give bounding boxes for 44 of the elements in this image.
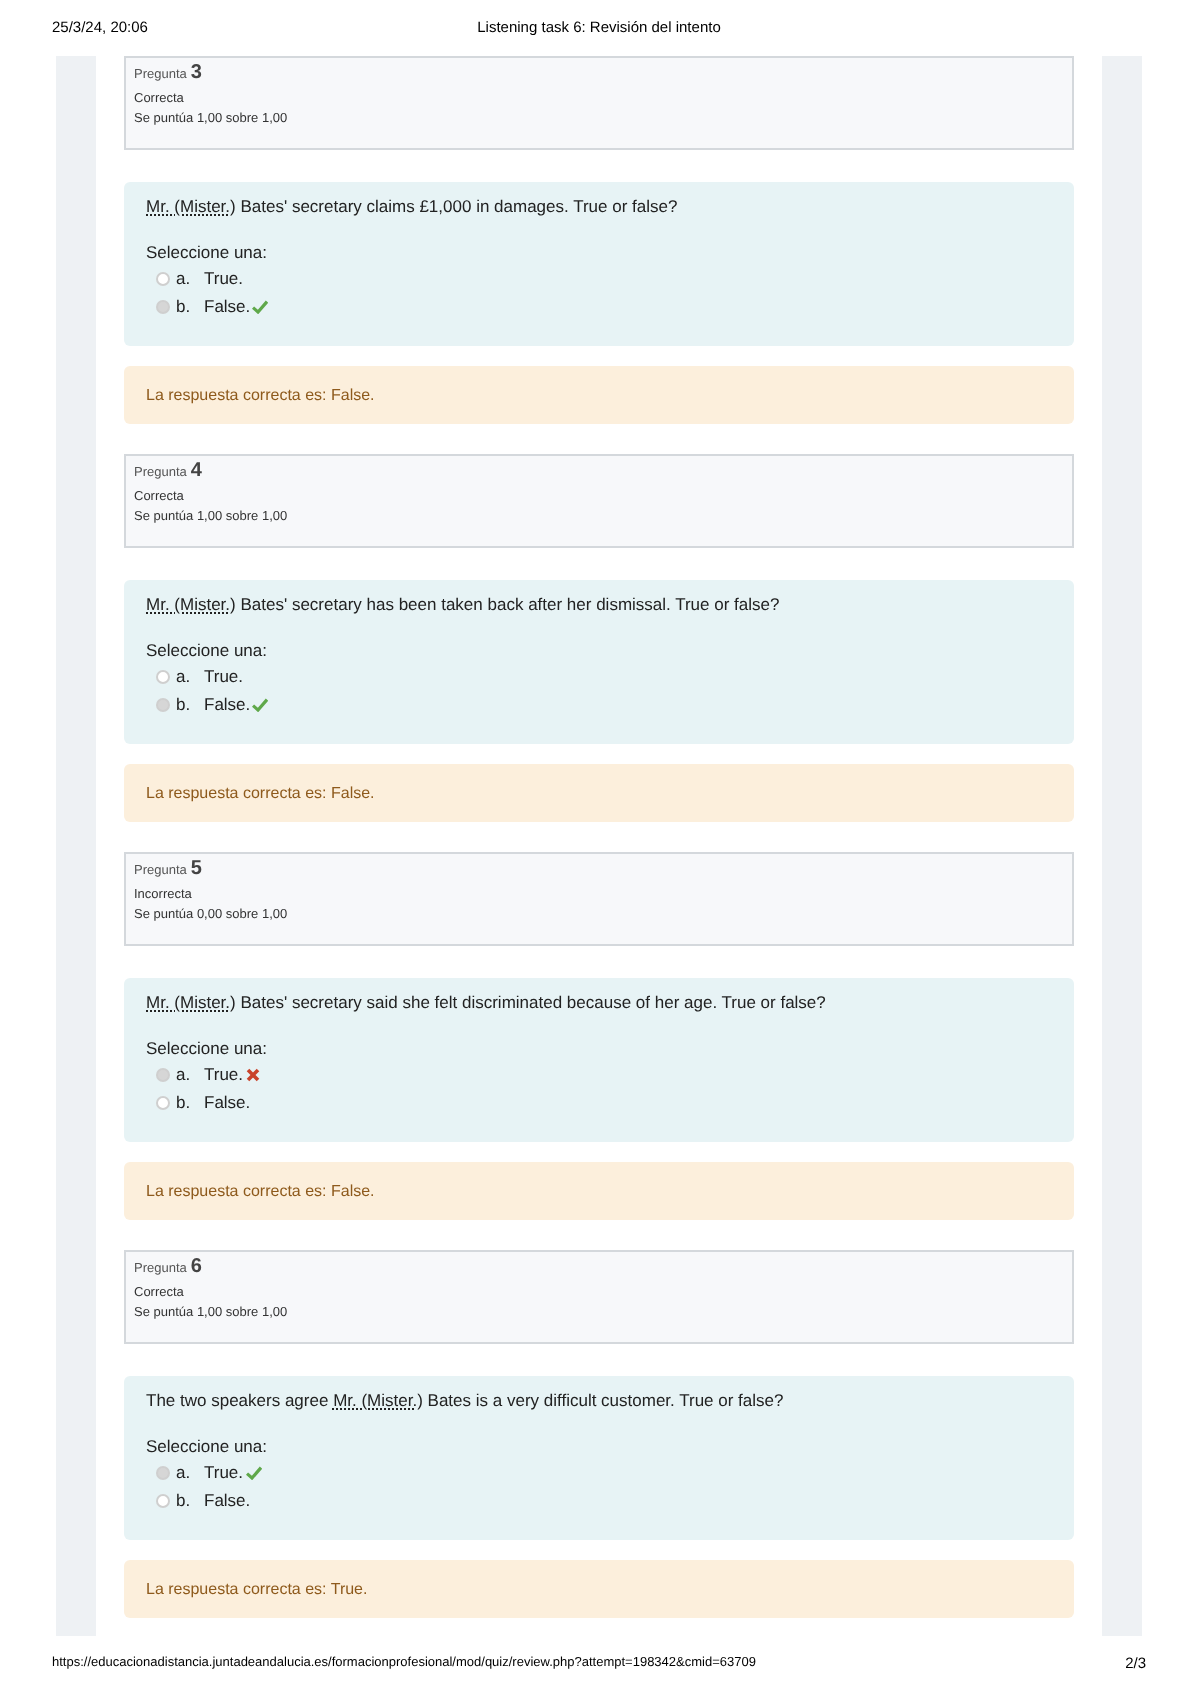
question-text: The two speakers agree Mr. (Mister.) Bates is a very difficult customer. True or false?	[146, 1390, 786, 1412]
question-number: 6	[190, 1258, 202, 1278]
option-letter: b.	[176, 694, 193, 716]
select-prompt: Seleccione una:	[146, 1038, 269, 1060]
check-icon	[245, 1466, 262, 1480]
option-text: True.	[204, 268, 244, 290]
select-prompt: Seleccione una:	[146, 242, 269, 264]
check-icon	[252, 698, 269, 712]
option-letter: b.	[176, 1092, 193, 1114]
question-text: Mr. (Mister.) Bates' secretary said she felt discriminated because of her age. True or false?	[146, 992, 828, 1014]
radio-button[interactable]	[156, 300, 170, 314]
question-number: 4	[190, 462, 202, 482]
radio-button[interactable]	[156, 1068, 170, 1082]
question-number: 5	[190, 860, 202, 880]
option-letter: a.	[176, 1064, 193, 1086]
option-letter: b.	[176, 296, 193, 318]
radio-button[interactable]	[156, 670, 170, 684]
option-letter: a.	[176, 666, 193, 688]
radio-button[interactable]	[156, 1466, 170, 1480]
option-text: True.	[204, 1462, 244, 1484]
option-text: False.	[204, 296, 251, 318]
check-icon	[252, 300, 269, 314]
radio-button[interactable]	[156, 698, 170, 712]
correct-answer-text: La respuesta correcta es: False.	[146, 383, 375, 407]
option-letter: a.	[176, 1462, 193, 1484]
correct-answer-text: La respuesta correcta es: True.	[146, 1577, 368, 1601]
option-text: True.	[204, 666, 244, 688]
question-text: Mr. (Mister.) Bates' secretary claims £1,000 in damages. True or false?	[146, 196, 680, 218]
option-text: False.	[204, 1490, 251, 1512]
option-letter: b.	[176, 1490, 193, 1512]
correct-answer-text: La respuesta correcta es: False.	[146, 781, 375, 805]
correct-answer-text: La respuesta correcta es: False.	[146, 1179, 375, 1203]
select-prompt: Seleccione una:	[146, 640, 269, 662]
radio-button[interactable]	[156, 1096, 170, 1110]
select-prompt: Seleccione una:	[146, 1436, 269, 1458]
question-text: Mr. (Mister.) Bates' secretary has been taken back after her dismissal. True or false?	[146, 594, 782, 616]
option-text: False.	[204, 1092, 251, 1114]
question-number: 3	[190, 64, 202, 84]
radio-button[interactable]	[156, 1494, 170, 1508]
option-text: False.	[204, 694, 251, 716]
radio-button[interactable]	[156, 272, 170, 286]
option-text: True.	[204, 1064, 244, 1086]
option-letter: a.	[176, 268, 193, 290]
cross-icon	[245, 1068, 260, 1082]
